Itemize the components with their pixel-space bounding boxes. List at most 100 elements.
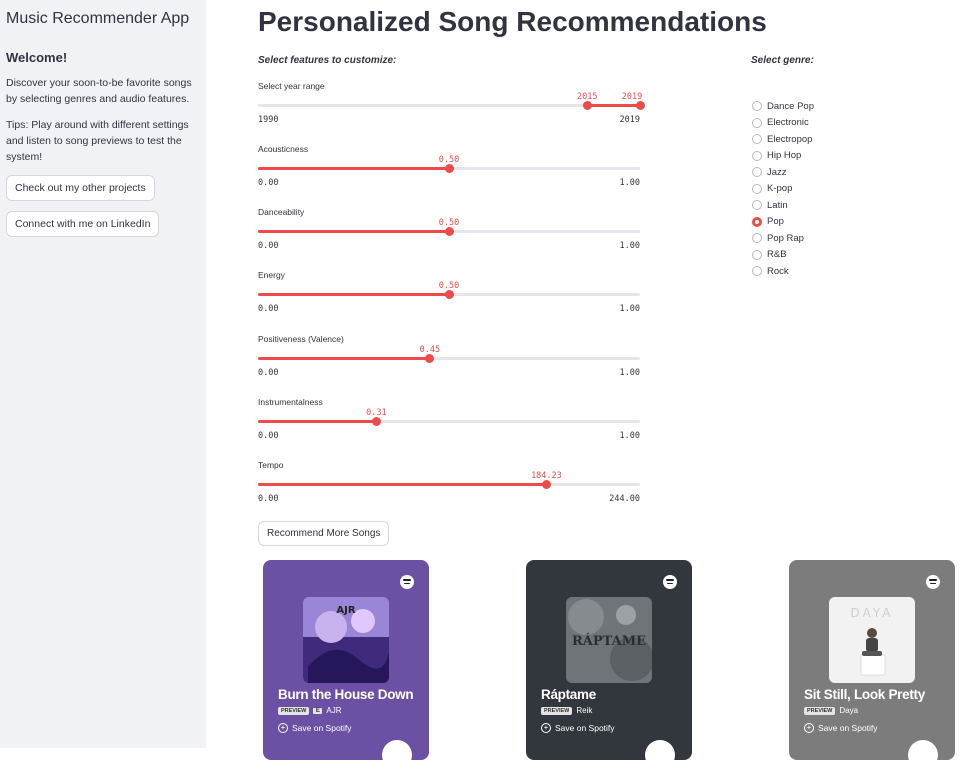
radio-icon[interactable] xyxy=(752,266,762,277)
slider-fill xyxy=(258,483,547,486)
genre-option[interactable]: R&B xyxy=(752,247,814,264)
slider-track[interactable] xyxy=(258,101,645,110)
genre-option-label: Electronic xyxy=(767,117,809,129)
genre-option[interactable]: Pop xyxy=(752,214,814,231)
slider-label: Acousticness xyxy=(258,144,309,154)
genre-option[interactable]: Latin xyxy=(752,197,814,214)
genre-option[interactable]: Electronic xyxy=(752,115,814,132)
linkedin-button[interactable]: Connect with me on LinkedIn xyxy=(6,211,160,237)
other-projects-button[interactable]: Check out my other projects xyxy=(6,175,155,201)
slider-thumb[interactable] xyxy=(541,480,551,489)
play-button[interactable] xyxy=(382,740,412,760)
genre-option[interactable]: Dance Pop xyxy=(752,98,814,115)
genre-option[interactable]: K-pop xyxy=(752,181,814,198)
intro-text: Discover your soon-to-be favorite songs … xyxy=(6,77,192,105)
explicit-badge: E xyxy=(313,707,323,714)
slider-value: 0.45 xyxy=(419,344,441,355)
genre-option-label: Pop Rap xyxy=(767,232,804,244)
feature-slider[interactable]: Instrumentalness 0.31 0.00 1.00 xyxy=(258,397,640,457)
radio-icon[interactable] xyxy=(752,134,762,145)
slider-value: 184.23 xyxy=(531,471,562,481)
features-label: Select features to customize: xyxy=(258,55,397,66)
genre-option-label: R&B xyxy=(767,249,787,261)
genre-option[interactable]: Rock xyxy=(752,263,814,280)
slider-thumb[interactable] xyxy=(444,164,454,173)
genre-option[interactable]: Pop Rap xyxy=(752,230,814,247)
spotify-icon[interactable] xyxy=(926,575,940,589)
slider-track[interactable] xyxy=(258,416,640,426)
slider-track[interactable] xyxy=(258,227,640,237)
slider-thumb-low[interactable] xyxy=(582,101,592,110)
slider-track[interactable] xyxy=(258,164,640,173)
tips-text: Tips: Play around with different setting… xyxy=(6,119,189,163)
slider-thumb[interactable] xyxy=(444,227,454,237)
save-label: Save on Spotify xyxy=(555,723,615,733)
genre-option-label: K-pop xyxy=(767,183,793,195)
artist-name[interactable]: Daya xyxy=(839,706,858,715)
slider-max: 1.00 xyxy=(619,304,640,315)
feature-slider[interactable]: Positiveness (Valence) 0.45 0.00 1.00 xyxy=(258,334,640,394)
genre-option-label: Electropop xyxy=(767,133,813,145)
radio-icon[interactable] xyxy=(752,200,762,211)
slider-min: 1990 xyxy=(258,115,279,125)
spotify-icon[interactable] xyxy=(663,575,677,589)
save-on-spotify-button[interactable]: + Save on Spotify xyxy=(541,723,615,733)
genre-option[interactable]: Hip Hop xyxy=(752,148,814,165)
feature-slider[interactable]: Danceability 0.50 0.00 1.00 xyxy=(258,207,640,267)
cover-text: DAYA xyxy=(851,606,894,620)
sidebar: Music Recommender App Welcome! Discover … xyxy=(0,0,206,748)
genre-option-label: Pop xyxy=(767,216,784,228)
slider-max: 1.00 xyxy=(619,367,640,378)
song-card[interactable]: AJR Burn the House Down PREVIEW E AJR + … xyxy=(263,560,429,760)
spotify-icon[interactable] xyxy=(400,575,414,589)
save-on-spotify-button[interactable]: + Save on Spotify xyxy=(804,723,878,733)
song-card[interactable]: RÁPTAME Ráptame PREVIEW Reik + Save on S… xyxy=(526,560,692,760)
genre-option[interactable]: Electropop xyxy=(752,131,814,148)
radio-icon[interactable] xyxy=(752,117,762,128)
artist-name[interactable]: Reik xyxy=(576,706,592,715)
radio-icon[interactable] xyxy=(752,101,762,112)
genre-option[interactable]: Jazz xyxy=(752,164,814,181)
year-range-slider[interactable]: Select year range 2015 2019 1990 2019 xyxy=(258,81,645,141)
save-label: Save on Spotify xyxy=(818,723,878,733)
slider-track[interactable] xyxy=(258,290,640,300)
slider-thumb[interactable] xyxy=(425,353,435,363)
artist-name[interactable]: AJR xyxy=(326,706,341,715)
slider-value: 0.50 xyxy=(438,155,460,165)
slider-min: 0.00 xyxy=(258,494,279,504)
radio-icon[interactable] xyxy=(752,233,762,244)
feature-slider[interactable]: Acousticness 0.50 0.00 1.00 xyxy=(258,144,640,204)
slider-thumb[interactable] xyxy=(371,416,381,426)
page-title: Personalized Song Recommendations xyxy=(258,6,767,37)
radio-icon[interactable] xyxy=(752,167,762,178)
slider-value: 0.50 xyxy=(438,218,460,229)
album-cover: RÁPTAME xyxy=(566,597,652,683)
save-on-spotify-button[interactable]: + Save on Spotify xyxy=(278,723,352,733)
slider-label: Instrumentalness xyxy=(258,396,323,407)
feature-slider[interactable]: Tempo 184.23 0.00 244.00 xyxy=(258,460,640,520)
slider-value: 0.50 xyxy=(438,281,460,292)
radio-icon[interactable] xyxy=(752,216,762,227)
radio-icon[interactable] xyxy=(752,150,762,161)
save-label: Save on Spotify xyxy=(292,723,352,733)
radio-icon[interactable] xyxy=(752,183,762,194)
genre-option-label: Latin xyxy=(767,199,788,211)
play-button[interactable] xyxy=(645,740,675,760)
slider-max: 1.00 xyxy=(619,241,640,252)
radio-icon[interactable] xyxy=(752,249,762,260)
slider-track[interactable] xyxy=(258,480,640,489)
recommend-more-button[interactable]: Recommend More Songs xyxy=(258,521,390,546)
album-cover: DAYA xyxy=(829,597,915,683)
slider-thumb-high[interactable] xyxy=(635,101,645,110)
play-button[interactable] xyxy=(908,740,938,760)
main-area: Personalized Song Recommendations Select… xyxy=(206,0,980,760)
song-card[interactable]: DAYA Sit Still, Look Pretty PREVIEW Daya… xyxy=(789,560,955,760)
slider-min: 0.00 xyxy=(258,367,279,378)
slider-thumb[interactable] xyxy=(444,290,454,300)
slider-track[interactable] xyxy=(258,353,640,363)
slider-fill xyxy=(258,356,430,360)
slider-value-low: 2015 xyxy=(577,92,598,102)
feature-slider[interactable]: Energy 0.50 0.00 1.00 xyxy=(258,270,640,330)
app-title: Music Recommender App xyxy=(6,10,190,27)
slider-max: 244.00 xyxy=(609,494,640,504)
